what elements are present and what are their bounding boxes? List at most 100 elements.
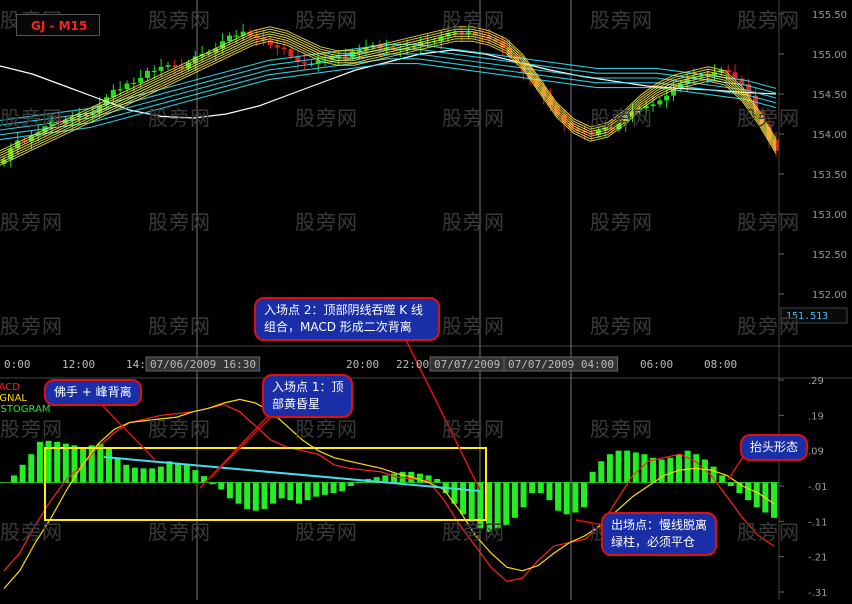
histogram-bar xyxy=(175,463,182,483)
histogram-bar xyxy=(589,471,596,483)
legend-histogram: HISTOGRAM xyxy=(0,404,51,415)
histogram-bar xyxy=(183,464,190,483)
time-label: 22:00 xyxy=(396,358,429,371)
histogram-bar xyxy=(753,482,760,508)
histogram-bar xyxy=(36,441,43,483)
macd-tick-label: -.11 xyxy=(808,517,828,528)
histogram-bar xyxy=(494,482,501,529)
callout-raise-text: 抬头形态 xyxy=(750,440,799,454)
price-tick-label: 152.00 xyxy=(812,290,847,301)
price-tick-label: 153.00 xyxy=(812,210,847,221)
histogram-bar xyxy=(598,461,605,483)
histogram-bar xyxy=(468,482,475,522)
histogram-bar xyxy=(676,454,682,483)
histogram-bar xyxy=(520,482,527,508)
candle-body xyxy=(165,65,171,67)
price-tick-label: 154.50 xyxy=(812,90,847,101)
candle-body xyxy=(343,56,349,58)
histogram-bar xyxy=(270,482,277,504)
time-label: 20:00 xyxy=(346,358,379,371)
candle-body xyxy=(131,82,137,84)
candle-body xyxy=(650,104,656,106)
histogram-bar xyxy=(745,482,752,501)
histogram-bar xyxy=(140,468,147,483)
histogram-bar xyxy=(278,482,285,499)
callout-exit: 出场点：慢线脱离 绿柱，必须平仓 xyxy=(601,512,718,556)
chart-title-text: GJ - M15 xyxy=(31,19,88,33)
candle-body xyxy=(151,70,157,72)
histogram-bar xyxy=(356,481,363,483)
histogram-bar xyxy=(624,450,631,483)
histogram-bar xyxy=(313,482,320,497)
callout-entry-1-line-1: 入场点 1：顶 xyxy=(272,380,344,394)
time-label: 12:00 xyxy=(62,358,95,371)
candle-body xyxy=(459,32,465,34)
histogram-bar xyxy=(727,482,734,486)
time-label: 06:00 xyxy=(640,358,673,371)
histogram-bar xyxy=(97,443,104,483)
histogram-bar xyxy=(684,450,691,483)
legend-macd: MACD xyxy=(0,382,20,393)
candle-body xyxy=(226,35,232,42)
histogram-bar xyxy=(347,482,354,486)
histogram-bar xyxy=(304,482,311,501)
histogram-bar xyxy=(114,457,121,483)
histogram-bar xyxy=(719,475,726,483)
histogram-bar xyxy=(563,482,570,515)
candle-body xyxy=(124,83,130,90)
histogram-bar xyxy=(503,482,510,525)
histogram-bar xyxy=(537,482,544,494)
histogram-bar xyxy=(296,482,302,504)
histogram-bar xyxy=(252,482,259,511)
chart-title: GJ - M15 xyxy=(16,14,100,36)
candle-body xyxy=(657,100,663,105)
histogram-bar xyxy=(62,443,69,483)
macd-tick-label: .09 xyxy=(808,447,824,458)
candle-body xyxy=(466,32,472,34)
histogram-bar xyxy=(606,454,613,483)
histogram-bar xyxy=(209,482,216,485)
histogram-bar xyxy=(511,482,518,518)
price-tick-label: 154.00 xyxy=(812,130,847,141)
candle-body xyxy=(274,45,280,48)
candle-body xyxy=(233,35,239,37)
price-tick-label: 152.50 xyxy=(812,250,847,261)
callout-entry-2-line-1: 入场点 2：顶部阴线吞噬 K 线 xyxy=(264,303,423,317)
histogram-bar xyxy=(581,482,587,508)
current-price-label: 151.513 xyxy=(786,311,828,322)
time-label: 07/06/2009 16:30 xyxy=(150,358,256,371)
candle-body xyxy=(117,89,123,91)
histogram-bar xyxy=(641,454,648,483)
macd-tick-label: -.31 xyxy=(808,588,828,599)
histogram-bar xyxy=(226,482,233,499)
macd-tick-label: .19 xyxy=(808,411,824,422)
histogram-bar xyxy=(330,482,337,494)
callout-entry-2: 入场点 2：顶部阴线吞噬 K 线 组合，MACD 形成二次背离 xyxy=(254,297,440,341)
callout-entry-1-line-2: 部黄昏星 xyxy=(272,397,321,411)
histogram-bar xyxy=(434,478,441,483)
time-label: 08:00 xyxy=(704,358,737,371)
histogram-bar xyxy=(106,447,112,483)
candle-body xyxy=(288,49,294,57)
histogram-bar xyxy=(261,482,268,509)
macd-tick-label: -.01 xyxy=(808,482,828,493)
histogram-bar xyxy=(192,470,199,483)
histogram-bar xyxy=(131,467,138,483)
histogram-bar xyxy=(632,452,639,483)
histogram-bar xyxy=(650,457,657,483)
histogram-bar xyxy=(244,482,251,509)
candle-body xyxy=(144,70,150,78)
histogram-bar xyxy=(710,466,717,483)
histogram-bar xyxy=(771,482,777,518)
chart-area: 155.50 155.00 154.50 154.00 153.50 153.00 152.… xyxy=(0,0,852,600)
candle-body xyxy=(158,66,164,71)
candle-body xyxy=(664,95,670,101)
macd-tick-label: -.21 xyxy=(808,553,828,564)
legend-signal: SIGNAL xyxy=(0,393,27,404)
price-tick-label: 155.50 xyxy=(812,10,847,21)
histogram-bar xyxy=(235,482,242,504)
callout-hook-text: 佛手 + 峰背离 xyxy=(54,385,132,399)
price-tick-label: 153.50 xyxy=(812,170,847,181)
histogram-bar xyxy=(572,482,579,513)
histogram-bar xyxy=(339,482,346,492)
